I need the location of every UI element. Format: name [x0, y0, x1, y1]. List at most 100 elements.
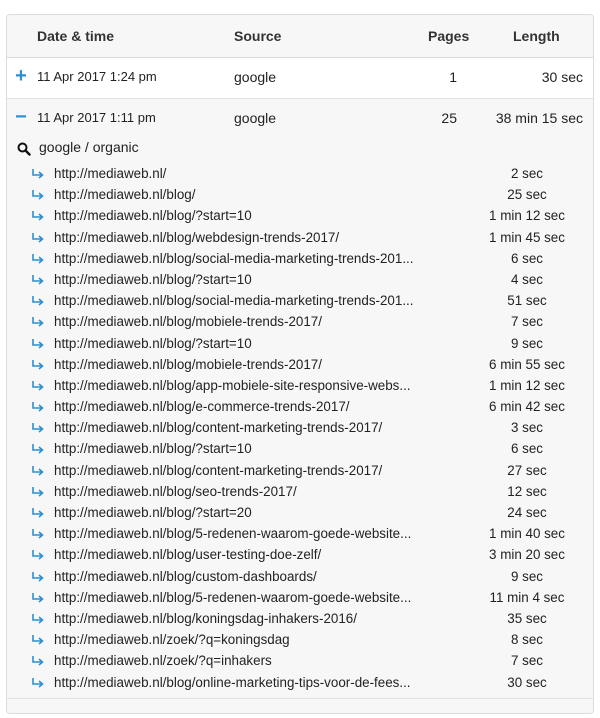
page-duration: 30 sec — [507, 674, 547, 690]
return-arrow-icon — [32, 359, 44, 370]
page-row[interactable]: http://mediaweb.nl/blog/?start=10 6 sec — [7, 439, 593, 460]
page-url[interactable]: http://mediaweb.nl/blog/online-marketing… — [54, 675, 469, 690]
collapse-icon[interactable]: − — [13, 106, 29, 129]
page-row[interactable]: http://mediaweb.nl/blog/5-redenen-waarom… — [7, 588, 593, 609]
page-duration: 1 min 45 sec — [489, 229, 565, 245]
page-row[interactable]: http://mediaweb.nl/blog/mobiele-trends-2… — [7, 355, 593, 376]
page-url[interactable]: http://mediaweb.nl/blog/e-commerce-trend… — [54, 399, 469, 414]
page-duration: 9 sec — [510, 568, 543, 584]
page-duration: 6 sec — [510, 250, 543, 266]
page-row[interactable]: http://mediaweb.nl/blog/content-marketin… — [7, 418, 593, 439]
page-url[interactable]: http://mediaweb.nl/blog/user-testing-doe… — [54, 547, 469, 562]
page-row[interactable]: http://mediaweb.nl/blog/5-redenen-waarom… — [7, 524, 593, 545]
return-arrow-icon — [32, 402, 44, 412]
page-url[interactable]: http://mediaweb.nl/blog/mobiele-trends-2… — [54, 314, 469, 329]
page-duration: 12 sec — [507, 483, 547, 499]
page-url[interactable]: http://mediaweb.nl/blog/?start=20 — [54, 505, 469, 520]
page-row[interactable]: http://mediaweb.nl/blog/app-mobiele-site… — [7, 376, 593, 397]
page-row[interactable]: http://mediaweb.nl/blog/koningsdag-inhak… — [7, 609, 593, 630]
page-url[interactable]: http://mediaweb.nl/zoek/?q=inhakers — [54, 653, 469, 668]
page-row[interactable]: http://mediaweb.nl/blog/online-marketing… — [7, 673, 593, 694]
page-list: http://mediaweb.nl/2 sec http://mediaweb.… — [7, 164, 593, 694]
page-row[interactable]: http://mediaweb.nl/blog/webdesign-trends… — [7, 228, 593, 249]
header-source[interactable]: Source — [234, 28, 281, 44]
page-duration: 7 sec — [510, 314, 543, 330]
return-arrow-icon — [32, 613, 44, 624]
page-url[interactable]: http://mediaweb.nl/blog/koningsdag-inhak… — [54, 611, 469, 626]
page-duration: 3 sec — [510, 420, 543, 436]
page-duration: 9 sec — [510, 335, 543, 351]
page-url[interactable]: http://mediaweb.nl/zoek/?q=koningsdag — [54, 632, 469, 647]
page-row[interactable]: http://mediaweb.nl/zoek/?q=koningsdag 8 s… — [7, 630, 593, 651]
page-row[interactable]: http://mediaweb.nl/zoek/?q=inhakers 7 sec — [7, 651, 593, 672]
header-length[interactable]: Length — [513, 28, 560, 44]
page-url[interactable]: http://mediaweb.nl/blog/ — [54, 187, 469, 202]
page-url[interactable]: http://mediaweb.nl/blog/app-mobiele-site… — [54, 378, 469, 393]
page-url[interactable]: http://mediaweb.nl/blog/seo-trends-2017/ — [54, 484, 469, 499]
header-date[interactable]: Date & time — [37, 28, 114, 44]
page-url[interactable]: http://mediaweb.nl/blog/5-redenen-waarom… — [54, 526, 469, 541]
page-row[interactable]: http://mediaweb.nl/blog/?start=10 1 min 1… — [7, 206, 593, 227]
sessions-panel: Date & time Source Pages Length + 11 Apr… — [6, 14, 594, 714]
page-duration: 6 sec — [510, 441, 543, 457]
page-url[interactable]: http://mediaweb.nl/blog/?start=10 — [54, 208, 469, 223]
return-arrow-icon — [32, 465, 44, 476]
return-arrow-icon — [32, 592, 44, 603]
header-pages[interactable]: Pages — [428, 28, 469, 44]
return-arrow-icon — [32, 444, 44, 455]
page-url[interactable]: http://mediaweb.nl/blog/?start=10 — [54, 441, 469, 456]
page-url[interactable]: http://mediaweb.nl/blog/content-marketin… — [54, 420, 469, 435]
session-row[interactable]: + 11 Apr 2017 1:24 pm google 1 30 sec — [7, 58, 593, 99]
session-date: 11 Apr 2017 1:11 pm — [37, 110, 156, 125]
page-duration: 6 min 42 sec — [489, 399, 565, 415]
page-row[interactable]: http://mediaweb.nl/blog/seo-trends-2017/… — [7, 482, 593, 503]
page-row[interactable]: http://mediaweb.nl/blog/?start=10 4 sec — [7, 270, 593, 291]
return-arrow-icon — [32, 338, 44, 349]
page-row[interactable]: http://mediaweb.nl/blog/social-media-mar… — [7, 249, 593, 270]
session-row-expanded[interactable]: − 11 Apr 2017 1:11 pm google 25 38 min 1… — [7, 99, 593, 139]
page-url[interactable]: http://mediaweb.nl/blog/5-redenen-waarom… — [54, 590, 469, 605]
page-url[interactable]: http://mediaweb.nl/blog/webdesign-trends… — [54, 230, 469, 245]
return-arrow-icon — [32, 550, 44, 560]
page-row[interactable]: http://mediaweb.nl/blog/user-testing-doe… — [7, 545, 593, 566]
return-arrow-icon — [32, 169, 44, 179]
page-url[interactable]: http://mediaweb.nl/blog/social-media-mar… — [54, 251, 469, 266]
page-url[interactable]: http://mediaweb.nl/blog/custom-dashboard… — [54, 569, 469, 584]
page-row[interactable]: http://mediaweb.nl/blog/e-commerce-trend… — [7, 397, 593, 418]
page-duration: 6 min 55 sec — [489, 356, 565, 372]
page-row[interactable]: http://mediaweb.nl/blog/?start=10 9 sec — [7, 334, 593, 355]
page-duration: 1 min 40 sec — [489, 526, 565, 542]
return-arrow-icon — [32, 571, 44, 582]
expand-icon[interactable]: + — [13, 65, 29, 88]
session-length: 30 sec — [541, 69, 583, 85]
page-duration: 3 min 20 sec — [489, 547, 565, 563]
page-url[interactable]: http://mediaweb.nl/blog/?start=10 — [54, 272, 469, 287]
return-arrow-icon — [32, 508, 44, 518]
page-row[interactable]: http://mediaweb.nl/blog/content-marketin… — [7, 461, 593, 482]
page-row[interactable]: http://mediaweb.nl/blog/mobiele-trends-2… — [7, 312, 593, 333]
page-url[interactable]: http://mediaweb.nl/blog/content-marketin… — [54, 463, 469, 478]
page-duration: 35 sec — [507, 610, 547, 626]
page-url[interactable]: http://mediaweb.nl/ — [54, 166, 469, 181]
page-row[interactable]: http://mediaweb.nl/blog/?start=20 24 sec — [7, 503, 593, 524]
session-source: google — [234, 69, 277, 85]
page-duration: 11 min 4 sec — [489, 589, 565, 605]
table-header: Date & time Source Pages Length — [7, 15, 593, 58]
page-url[interactable]: http://mediaweb.nl/blog/social-media-mar… — [54, 293, 469, 308]
page-row[interactable]: http://mediaweb.nl/blog/custom-dashboard… — [7, 567, 593, 588]
page-row[interactable]: http://mediaweb.nl/blog/social-media-mar… — [7, 291, 593, 312]
page-url[interactable]: http://mediaweb.nl/blog/?start=10 — [54, 336, 469, 351]
page-duration: 8 sec — [510, 632, 543, 648]
page-duration: 2 sec — [510, 166, 543, 181]
panel-footer — [7, 698, 593, 713]
return-arrow-icon — [32, 274, 44, 285]
return-arrow-icon — [32, 317, 44, 327]
session-pages: 1 — [449, 69, 457, 85]
return-arrow-icon — [32, 677, 44, 688]
return-arrow-icon — [32, 232, 44, 243]
page-row[interactable]: http://mediaweb.nl/2 sec — [7, 164, 593, 185]
page-duration: 1 min 12 sec — [489, 208, 565, 224]
page-url[interactable]: http://mediaweb.nl/blog/mobiele-trends-2… — [54, 357, 469, 372]
page-duration: 4 sec — [510, 271, 543, 287]
page-row[interactable]: http://mediaweb.nl/blog/25 sec — [7, 185, 593, 206]
